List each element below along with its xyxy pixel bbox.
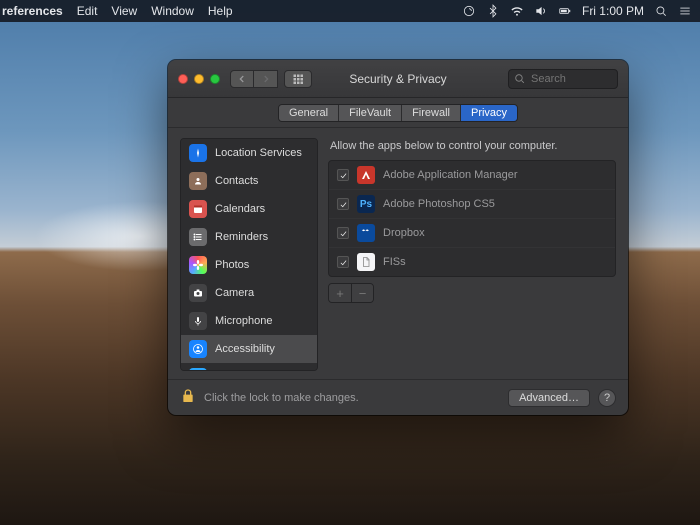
app-row[interactable]: FISs [329,247,615,276]
window-close-button[interactable] [178,74,188,84]
camera-icon [189,284,207,302]
tab-firewall[interactable]: Firewall [402,105,461,121]
menu-item-edit[interactable]: Edit [77,4,98,18]
menu-app-name[interactable]: references [2,4,63,18]
lock-text: Click the lock to make changes. [204,392,359,404]
calendar-icon [189,200,207,218]
add-app-button[interactable]: + [329,284,351,302]
app-name: Adobe Application Manager [383,169,518,181]
flower-icon [189,256,207,274]
mic-icon [189,312,207,330]
nav-back-button[interactable] [230,70,254,88]
sidebar-item-reminders[interactable]: Reminders [181,223,317,251]
tab-segment: General FileVault Firewall Privacy [278,104,518,122]
app-row[interactable]: Dropbox [329,218,615,247]
help-button[interactable]: ? [598,389,616,407]
app-icon: Ps [357,195,375,213]
app-checkbox[interactable] [337,169,349,181]
sidebar-item-accessibility[interactable]: Accessibility [181,335,317,363]
contact-icon [189,172,207,190]
tab-privacy[interactable]: Privacy [461,105,517,121]
sidebar-item-calendars[interactable]: Calendars [181,195,317,223]
lock-icon[interactable] [180,388,196,407]
sidebar-item-label: Accessibility [215,343,275,355]
menu-item-window[interactable]: Window [151,4,194,18]
sidebar-item-label: Photos [215,259,249,271]
app-checkbox[interactable] [337,256,349,268]
tab-general[interactable]: General [279,105,339,121]
desktop-wallpaper: references Edit View Window Help Fri 1:0… [0,0,700,525]
sidebar-item-label: Microphone [215,315,272,327]
app-checkbox[interactable] [337,198,349,210]
person-icon [189,340,207,358]
remove-app-button[interactable]: − [351,284,373,302]
sidebar-item-label: Location Services [215,147,302,159]
app-checkbox[interactable] [337,227,349,239]
sidebar-item-label: Calendars [215,203,265,215]
backup-status-icon[interactable] [462,4,476,18]
app-row[interactable]: Adobe Application Manager [329,161,615,189]
app-icon [357,166,375,184]
volume-icon[interactable] [534,4,548,18]
tabs-row: General FileVault Firewall Privacy [168,98,628,128]
sidebar-item-camera[interactable]: Camera [181,279,317,307]
search-icon [513,72,526,85]
folder-icon [189,368,207,371]
app-name: FISs [383,256,406,268]
app-row[interactable]: Ps Adobe Photoshop CS5 [329,189,615,218]
tab-filevault[interactable]: FileVault [339,105,402,121]
instruction-text: Allow the apps below to control your com… [330,140,616,152]
notification-center-icon[interactable] [678,4,692,18]
sidebar-item-full-disk-access[interactable]: Full Disk Access [181,363,317,371]
preferences-window: Security & Privacy General FileVault Fir… [168,60,628,415]
bluetooth-icon[interactable] [486,4,500,18]
search-menu-icon[interactable] [654,4,668,18]
sidebar-item-microphone[interactable]: Microphone [181,307,317,335]
menu-item-help[interactable]: Help [208,4,233,18]
privacy-sidebar[interactable]: Location Services Contacts Calendars Remind… [180,138,318,371]
sidebar-item-label: Reminders [215,231,268,243]
app-icon [357,253,375,271]
battery-icon[interactable] [558,4,572,18]
sidebar-item-contacts[interactable]: Contacts [181,167,317,195]
nav-forward-button[interactable] [254,70,278,88]
window-titlebar[interactable]: Security & Privacy [168,60,628,98]
advanced-button[interactable]: Advanced… [508,389,590,407]
list-icon [189,228,207,246]
app-icon [357,224,375,242]
app-name: Dropbox [383,227,425,239]
menu-clock[interactable]: Fri 1:00 PM [582,4,644,18]
menu-bar: references Edit View Window Help Fri 1:0… [0,0,700,22]
window-zoom-button[interactable] [210,74,220,84]
show-all-button[interactable] [284,70,312,88]
compass-icon [189,144,207,162]
wifi-icon[interactable] [510,4,524,18]
menu-item-view[interactable]: View [111,4,137,18]
window-minimize-button[interactable] [194,74,204,84]
sidebar-item-location-services[interactable]: Location Services [181,139,317,167]
sidebar-item-label: Contacts [215,175,258,187]
sidebar-item-photos[interactable]: Photos [181,251,317,279]
app-name: Adobe Photoshop CS5 [383,198,495,210]
sidebar-item-label: Camera [215,287,254,299]
app-list[interactable]: Adobe Application Manager Ps Adobe Photosh… [328,160,616,277]
